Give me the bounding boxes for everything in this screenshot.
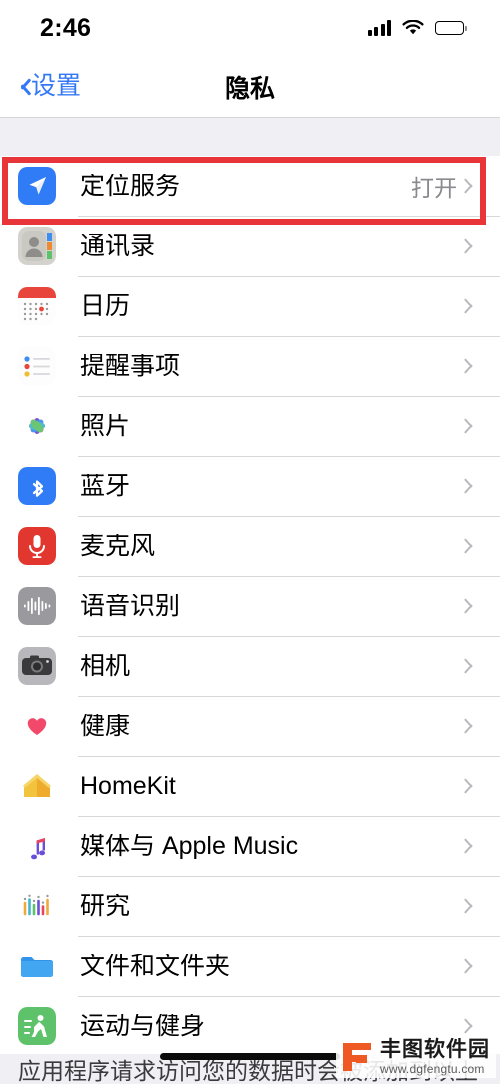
health-icon xyxy=(18,707,56,745)
list-item-label: 研究 xyxy=(80,893,131,919)
chevron-right-icon xyxy=(463,476,478,496)
list-item-label: 提醒事项 xyxy=(80,353,181,379)
chevron-right-icon xyxy=(463,596,478,616)
photos-icon xyxy=(18,407,56,445)
bluetooth-icon xyxy=(18,467,56,505)
home-indicator[interactable] xyxy=(160,1053,340,1060)
chevron-right-icon xyxy=(463,836,478,856)
iphone-screen: 2:46 设置 隐私 定位服务 打开 通讯录 日历 提醒事项 照片 蓝牙 麦克风… xyxy=(0,0,500,1084)
chevron-right-icon xyxy=(463,656,478,676)
list-item-label: HomeKit xyxy=(80,773,176,799)
list-item-microphone[interactable]: 麦克风 xyxy=(0,516,500,576)
chevron-right-icon xyxy=(463,416,478,436)
list-item-label: 文件和文件夹 xyxy=(80,953,231,979)
chevron-right-icon xyxy=(463,716,478,736)
list-item-research[interactable]: 研究 xyxy=(0,876,500,936)
list-item-label: 健康 xyxy=(80,713,131,739)
microphone-icon xyxy=(18,527,56,565)
reminders-icon xyxy=(18,347,56,385)
list-item-speech-recognition[interactable]: 语音识别 xyxy=(0,576,500,636)
status-bar-indicators xyxy=(367,19,467,36)
list-item-health[interactable]: 健康 xyxy=(0,696,500,756)
watermark-text: 丰图软件园 www.dgfengtu.com xyxy=(380,1039,490,1075)
navigation-bar: 设置 隐私 xyxy=(0,56,500,118)
list-item-label: 通讯录 xyxy=(80,233,156,259)
list-item-photos[interactable]: 照片 xyxy=(0,396,500,456)
chevron-right-icon xyxy=(463,1016,478,1036)
chevron-right-icon xyxy=(463,956,478,976)
location-services-icon xyxy=(18,167,56,205)
watermark-url: www.dgfengtu.com xyxy=(380,1062,485,1076)
chevron-left-icon xyxy=(16,76,32,98)
list-item-label: 语音识别 xyxy=(80,593,181,619)
chevron-right-icon xyxy=(463,176,478,196)
list-item-label: 相机 xyxy=(80,653,131,679)
back-button-label: 设置 xyxy=(31,72,82,100)
camera-icon xyxy=(18,647,56,685)
research-icon xyxy=(18,887,56,925)
list-item-homekit[interactable]: HomeKit xyxy=(0,756,500,816)
chevron-right-icon xyxy=(463,896,478,916)
list-item-value: 打开 xyxy=(411,175,457,201)
chevron-right-icon xyxy=(463,236,478,256)
files-icon xyxy=(18,947,56,985)
speech-recognition-icon xyxy=(18,587,56,625)
list-item-bluetooth[interactable]: 蓝牙 xyxy=(0,456,500,516)
battery-icon xyxy=(435,21,467,35)
list-top-spacer xyxy=(0,118,500,156)
calendar-icon xyxy=(18,287,56,325)
motion-fitness-icon xyxy=(18,1007,56,1045)
list-item-label: 蓝牙 xyxy=(80,473,131,499)
status-bar-clock: 2:46 xyxy=(40,13,92,42)
back-button[interactable]: 设置 xyxy=(16,74,81,99)
chevron-right-icon xyxy=(463,356,478,376)
apple-music-icon xyxy=(18,827,56,865)
wifi-icon xyxy=(402,19,424,36)
list-item-calendar[interactable]: 日历 xyxy=(0,276,500,336)
list-item-label: 定位服务 xyxy=(80,173,181,199)
list-item-camera[interactable]: 相机 xyxy=(0,636,500,696)
list-item-contacts[interactable]: 通讯录 xyxy=(0,216,500,276)
chevron-right-icon xyxy=(463,296,478,316)
list-item-label: 麦克风 xyxy=(80,533,156,559)
chevron-right-icon xyxy=(463,536,478,556)
list-item-files-and-folders[interactable]: 文件和文件夹 xyxy=(0,936,500,996)
watermark-title: 丰图软件园 xyxy=(380,1038,490,1061)
list-item-reminders[interactable]: 提醒事项 xyxy=(0,336,500,396)
privacy-settings-list: 定位服务 打开 通讯录 日历 提醒事项 照片 蓝牙 麦克风 语音识别 相机 健康… xyxy=(0,156,500,1056)
chevron-right-icon xyxy=(463,776,478,796)
list-item-label: 媒体与 Apple Music xyxy=(80,833,299,859)
watermark-logo-icon xyxy=(340,1040,374,1074)
cellular-signal-icon xyxy=(367,20,391,36)
watermark: 丰图软件园 www.dgfengtu.com xyxy=(336,1035,496,1078)
list-item-location-services[interactable]: 定位服务 打开 xyxy=(0,156,500,216)
status-bar: 2:46 xyxy=(0,0,500,56)
list-item-label: 日历 xyxy=(80,293,131,319)
homekit-icon xyxy=(18,767,56,805)
contacts-icon xyxy=(18,227,56,265)
list-item-label: 照片 xyxy=(80,413,131,439)
list-item-media-apple-music[interactable]: 媒体与 Apple Music xyxy=(0,816,500,876)
